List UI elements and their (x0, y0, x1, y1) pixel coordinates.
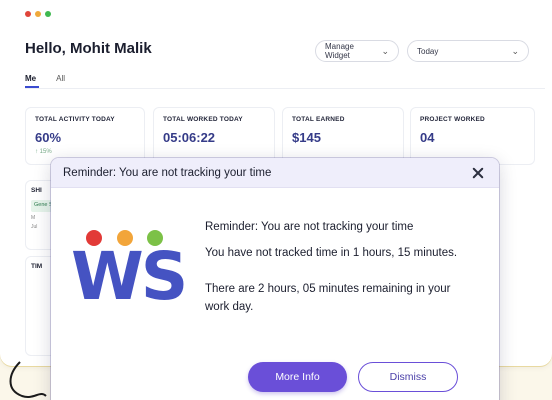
window-controls (25, 11, 51, 17)
dialog-body-untracked: You have not tracked time in 1 hours, 15… (205, 247, 458, 259)
chevron-down-icon: ⌄ (511, 45, 519, 56)
minimize-window-dot[interactable] (35, 11, 41, 17)
chevron-down-icon: ⌄ (381, 45, 389, 56)
greeting-title: Hello, Mohit Malik (25, 40, 152, 57)
view-tabs: Me All (25, 74, 65, 83)
dialog-header: Reminder: You are not tracking your time (51, 158, 499, 188)
stat-label: TOTAL ACTIVITY TODAY (35, 116, 115, 123)
stat-value: 60% (35, 130, 62, 145)
tabs-divider (25, 88, 545, 89)
stat-label: TOTAL EARNED (292, 116, 345, 123)
stat-value: $145 (292, 130, 321, 145)
stat-card-projects: PROJECT WORKED 04 (410, 107, 535, 165)
manage-widget-select[interactable]: Manage Widget ⌄ (315, 40, 399, 62)
manage-widget-label: Manage Widget (325, 42, 354, 60)
dismiss-button[interactable]: Dismiss (358, 362, 458, 392)
tab-all[interactable]: All (56, 74, 65, 83)
reminder-dialog: Reminder: You are not tracking your time… (51, 158, 499, 400)
logo-text: WS (71, 238, 188, 315)
stat-value: 05:06:22 (163, 130, 216, 145)
maximize-window-dot[interactable] (45, 11, 51, 17)
close-icon[interactable] (471, 166, 485, 180)
stat-card-worked: TOTAL WORKED TODAY 05:06:22 (153, 107, 275, 165)
date-range-label: Today (417, 46, 439, 56)
date-range-select[interactable]: Today ⌄ (407, 40, 529, 62)
stat-trend: ↑ 15% (35, 149, 52, 155)
dialog-body-remaining: There are 2 hours, 05 minutes remaining … (205, 283, 451, 313)
stat-label: TOTAL WORKED TODAY (163, 116, 243, 123)
stat-value: 04 (420, 130, 435, 145)
tab-me[interactable]: Me (25, 74, 36, 83)
dialog-message: Reminder: You are not tracking your time… (205, 218, 475, 324)
dialog-heading: Reminder: You are not tracking your time (205, 221, 414, 233)
ws-logo: WS (71, 230, 188, 320)
stat-card-earned: TOTAL EARNED $145 (282, 107, 404, 165)
stat-label: PROJECT WORKED (420, 116, 485, 123)
close-window-dot[interactable] (25, 11, 31, 17)
more-info-button[interactable]: More Info (248, 362, 347, 392)
dialog-title: Reminder: You are not tracking your time (63, 166, 272, 179)
stat-card-activity: TOTAL ACTIVITY TODAY 60% ↑ 15% (25, 107, 145, 165)
